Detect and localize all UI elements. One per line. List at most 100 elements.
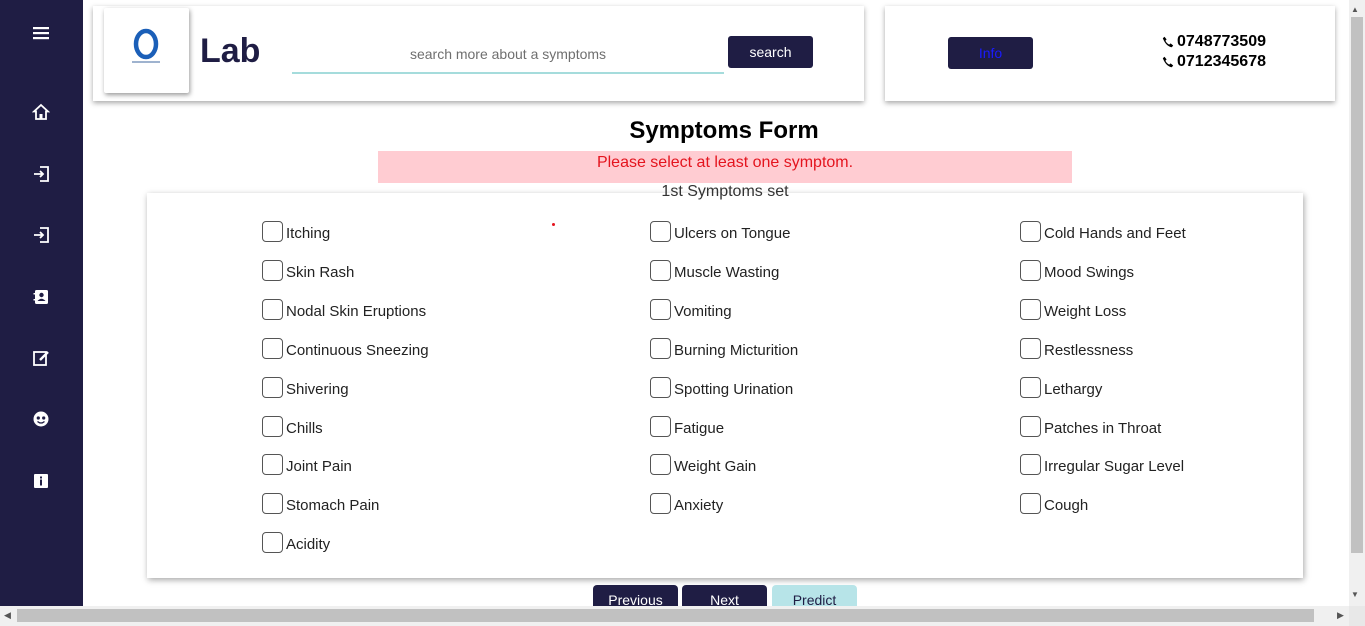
scroll-up-icon[interactable]: ▲ [1351, 5, 1359, 14]
symptom-checkbox[interactable] [1020, 260, 1041, 281]
symptom-checkbox[interactable] [650, 338, 671, 359]
symptom-label: Cough [1044, 497, 1089, 514]
vertical-scrollbar[interactable]: ▲ ▼ [1349, 0, 1365, 606]
symptom-item[interactable]: Mood Swings [1020, 260, 1134, 281]
scroll-right-icon[interactable]: ▶ [1337, 610, 1344, 621]
symptom-label: Continuous Sneezing [286, 342, 429, 359]
symptom-checkbox[interactable] [262, 377, 283, 398]
phone-icon [1162, 36, 1174, 48]
horizontal-scroll-thumb[interactable] [17, 609, 1314, 622]
symptom-item[interactable]: Chills [262, 416, 323, 437]
symptom-checkbox[interactable] [1020, 454, 1041, 475]
symptom-label: Lethargy [1044, 381, 1103, 398]
page-title: Symptoms Form [629, 117, 819, 144]
symptom-item[interactable]: Vomiting [650, 299, 732, 320]
symptom-item[interactable]: Weight Loss [1020, 299, 1126, 320]
logo [104, 8, 189, 93]
scroll-corner [1349, 606, 1365, 626]
symptom-checkbox[interactable] [262, 260, 283, 281]
symptom-checkbox[interactable] [262, 221, 283, 242]
symptom-checkbox[interactable] [262, 454, 283, 475]
horizontal-scrollbar[interactable]: ◀ ▶ [0, 606, 1349, 626]
symptom-item[interactable]: Itching [262, 221, 330, 242]
contacts-icon[interactable] [29, 285, 53, 309]
search-button[interactable]: search [728, 36, 813, 68]
symptom-checkbox[interactable] [262, 493, 283, 514]
symptom-label: Chills [286, 420, 323, 437]
symptom-checkbox[interactable] [1020, 221, 1041, 242]
symptom-label: Weight Gain [674, 458, 757, 475]
sidebar [0, 0, 83, 606]
symptom-item[interactable]: Stomach Pain [262, 493, 379, 514]
symptom-item[interactable]: Irregular Sugar Level [1020, 454, 1184, 475]
symptom-item[interactable]: Continuous Sneezing [262, 338, 429, 359]
info-icon[interactable] [29, 469, 53, 493]
symptom-checkbox[interactable] [650, 377, 671, 398]
symptom-label: Ulcers on Tongue [674, 225, 791, 242]
symptom-item[interactable]: Weight Gain [650, 454, 756, 475]
symptom-label: Acidity [286, 536, 331, 553]
symptom-checkbox[interactable] [262, 416, 283, 437]
symptom-checkbox[interactable] [1020, 493, 1041, 514]
symptom-item[interactable]: Burning Micturition [650, 338, 798, 359]
symptom-item[interactable]: Lethargy [1020, 377, 1102, 398]
symptom-label: Shivering [286, 381, 349, 398]
symptom-item[interactable]: Muscle Wasting [650, 260, 779, 281]
symptom-checkbox[interactable] [650, 416, 671, 437]
symptom-label: Spotting Urination [674, 381, 794, 398]
symptom-item[interactable]: Anxiety [650, 493, 723, 514]
symptom-item[interactable]: Skin Rash [262, 260, 354, 281]
edit-icon[interactable] [29, 346, 53, 370]
symptom-checkbox[interactable] [262, 532, 283, 553]
symptom-item[interactable]: Cough [1020, 493, 1088, 514]
symptom-checkbox[interactable] [650, 493, 671, 514]
symptom-item[interactable]: Spotting Urination [650, 377, 793, 398]
symptom-checkbox[interactable] [650, 260, 671, 281]
symptom-item[interactable]: Cold Hands and Feet [1020, 221, 1186, 242]
phone-icon [1162, 56, 1174, 68]
vertical-scroll-thumb[interactable] [1351, 17, 1363, 553]
symptom-checkbox[interactable] [1020, 416, 1041, 437]
symptom-item[interactable]: Patches in Throat [1020, 416, 1161, 437]
symptom-label: Irregular Sugar Level [1044, 458, 1185, 475]
signup-icon[interactable] [29, 223, 53, 247]
symptom-label: Stomach Pain [286, 497, 380, 514]
menu-icon[interactable] [29, 21, 53, 45]
symptom-checkbox[interactable] [1020, 299, 1041, 320]
symptom-item[interactable]: Shivering [262, 377, 349, 398]
symptom-label: Restlessness [1044, 342, 1134, 359]
symptom-checkbox[interactable] [262, 338, 283, 359]
symptom-label: Cold Hands and Feet [1044, 225, 1186, 242]
symptom-label: Joint Pain [286, 458, 352, 475]
symptom-label: Itching [286, 225, 331, 242]
info-button[interactable]: Info [948, 37, 1033, 69]
brand-title: Lab [200, 32, 261, 70]
face-icon[interactable] [29, 407, 53, 431]
phone-number: 0748773509 [1177, 33, 1266, 50]
red-dot [552, 223, 555, 226]
symptom-checkbox[interactable] [1020, 377, 1041, 398]
symptom-label: Fatigue [674, 420, 725, 437]
symptom-item[interactable]: Fatigue [650, 416, 724, 437]
symptom-checkbox[interactable] [1020, 338, 1041, 359]
symptom-checkbox[interactable] [650, 454, 671, 475]
symptom-label: Patches in Throat [1044, 420, 1162, 437]
symptom-label: Weight Loss [1044, 303, 1127, 320]
search-input[interactable] [292, 36, 724, 74]
symptom-item[interactable]: Joint Pain [262, 454, 352, 475]
symptom-checkbox[interactable] [650, 299, 671, 320]
phone-2: 0712345678 [1162, 53, 1266, 71]
symptom-checkbox[interactable] [262, 299, 283, 320]
scroll-down-icon[interactable]: ▼ [1351, 590, 1359, 599]
symptom-label: Nodal Skin Eruptions [286, 303, 427, 320]
phone-number: 0712345678 [1177, 53, 1266, 70]
symptom-label: Muscle Wasting [674, 264, 780, 281]
symptom-item[interactable]: Restlessness [1020, 338, 1133, 359]
symptom-item[interactable]: Nodal Skin Eruptions [262, 299, 426, 320]
symptom-item[interactable]: Ulcers on Tongue [650, 221, 790, 242]
symptom-checkbox[interactable] [650, 221, 671, 242]
scroll-left-icon[interactable]: ◀ [4, 610, 11, 621]
symptom-item[interactable]: Acidity [262, 532, 330, 553]
phone-1: 0748773509 [1162, 33, 1266, 51]
symptom-label: Skin Rash [286, 264, 355, 281]
